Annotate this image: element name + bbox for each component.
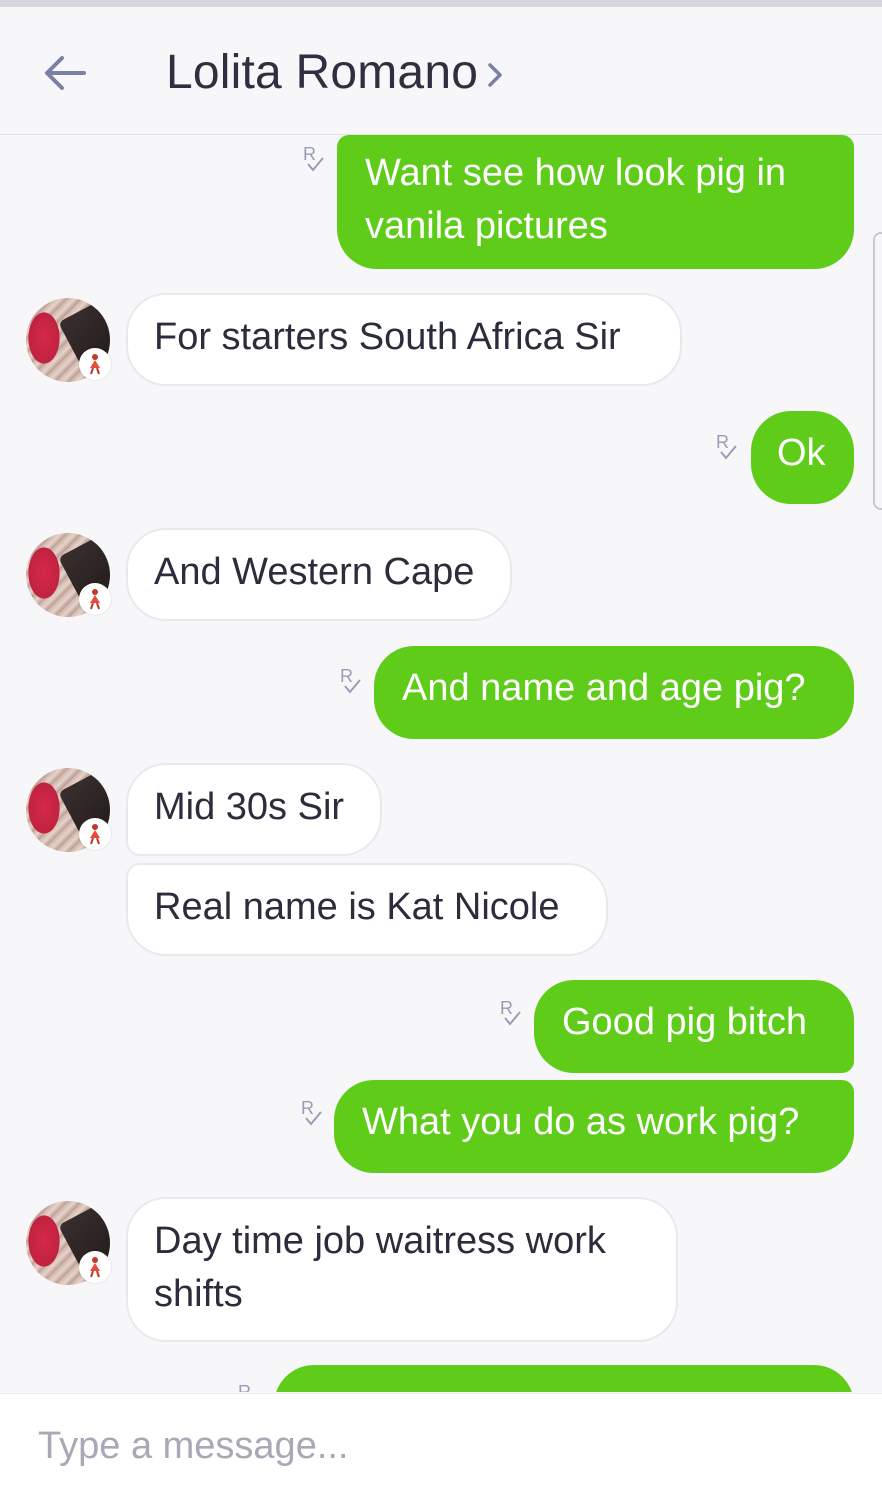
arrow-left-icon — [45, 56, 86, 90]
message-text: For starters South Africa Sir — [154, 316, 621, 358]
dancer-badge-icon — [79, 348, 111, 380]
dancer-badge-icon — [79, 583, 111, 615]
message-text: Day time job waitress work shifts — [154, 1220, 606, 1315]
message-bubble-incoming[interactable]: And Western Cape — [126, 528, 512, 621]
svg-text:R: R — [301, 1098, 314, 1118]
message-text: What you do as work pig? — [362, 1101, 800, 1143]
dancer-badge-icon — [79, 1251, 111, 1283]
chat-header: Lolita Romano — [0, 7, 882, 135]
read-receipt-icon: R — [303, 144, 324, 172]
message-bubble-incoming[interactable]: Real name is Kat Nicole — [126, 863, 608, 956]
svg-text:R: R — [303, 144, 316, 164]
back-button[interactable] — [40, 51, 90, 95]
read-receipt-icon: R — [301, 1098, 322, 1126]
contact-name-link[interactable]: Lolita Romano — [166, 45, 504, 100]
read-receipt-icon: R — [500, 998, 521, 1026]
dancer-badge-icon — [79, 818, 111, 850]
svg-text:R: R — [716, 432, 729, 452]
read-receipt-icon: R — [340, 666, 361, 694]
message-bubble-incoming[interactable]: Day time job waitress work shifts — [126, 1197, 678, 1342]
svg-text:R: R — [500, 998, 513, 1018]
message-bubble-incoming[interactable]: Mid 30s Sir — [126, 763, 382, 856]
svg-text:R: R — [340, 666, 353, 686]
message-text: Real name is Kat Nicole — [154, 886, 560, 928]
message-list[interactable]: R Want see how look pig in vanila pictur… — [0, 135, 882, 1392]
message-bubble-outgoing[interactable]: Good pig bitch — [534, 980, 854, 1073]
message-text: Mid 30s Sir — [154, 786, 345, 828]
svg-text:R: R — [238, 1382, 251, 1392]
read-receipt-icon: R — [716, 432, 737, 460]
message-text: Want see how look pig in vanila pictures — [365, 152, 787, 247]
message-text: Ok — [777, 432, 826, 474]
message-bubble-incoming[interactable]: For starters South Africa Sir — [126, 293, 682, 386]
contact-name: Lolita Romano — [166, 46, 479, 99]
message-bubble-outgoing[interactable]: What you do as work pig? — [334, 1080, 854, 1173]
message-text: And Western Cape — [154, 551, 475, 593]
read-receipt-icon: R — [238, 1382, 251, 1392]
message-composer — [0, 1393, 882, 1501]
status-strip — [0, 0, 882, 7]
message-bubble-outgoing[interactable]: Ok — [751, 411, 854, 504]
scrollbar[interactable] — [873, 232, 882, 510]
message-bubble-outgoing[interactable]: Want see how look pig in vanila pictures — [337, 135, 854, 269]
message-text: And name and age pig? — [402, 667, 806, 709]
message-bubble-outgoing[interactable] — [274, 1365, 854, 1392]
message-text: Good pig bitch — [562, 1001, 808, 1043]
message-bubble-outgoing[interactable]: And name and age pig? — [374, 646, 854, 739]
chevron-right-icon — [488, 62, 502, 87]
message-input[interactable] — [38, 1416, 838, 1476]
